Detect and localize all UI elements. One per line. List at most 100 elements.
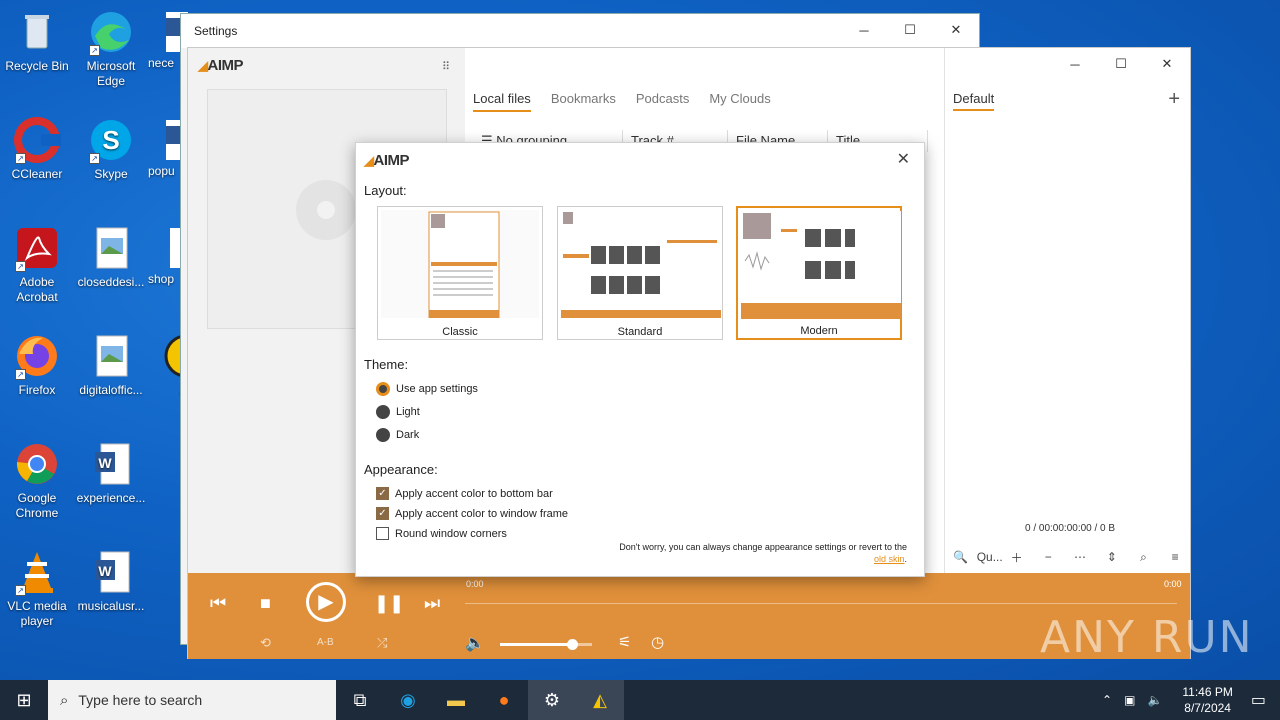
appearance-heading: Appearance: — [364, 462, 438, 477]
volume-slider[interactable] — [500, 639, 592, 650]
volume-icon[interactable]: 🔈 — [465, 633, 485, 653]
minimize-button[interactable]: ─ — [841, 14, 887, 46]
word-doc-icon[interactable]: W experience... — [74, 440, 148, 506]
theme-option-dark[interactable]: Dark — [376, 428, 419, 442]
layout-option-modern[interactable]: Modern — [736, 206, 902, 340]
image-file-icon[interactable]: digitaloffic... — [74, 332, 148, 398]
checkbox-round-corners[interactable]: Round window corners — [376, 527, 507, 540]
theme-option-light[interactable]: Light — [376, 405, 420, 419]
playlist-pane: ─ ☐ ✕ Default + 0 / 00:00:00:00 / 0 B 🔍 … — [944, 48, 1190, 573]
tab-local-files[interactable]: Local files — [473, 91, 531, 112]
close-icon[interactable]: ✕ — [897, 149, 910, 169]
tab-my-clouds[interactable]: My Clouds — [709, 91, 770, 112]
theme-heading: Theme: — [364, 357, 409, 372]
microsoft-edge-icon[interactable]: ↗ Microsoft Edge — [74, 8, 148, 89]
checkbox-accent-window-frame[interactable]: ✓ Apply accent color to window frame — [376, 507, 568, 520]
adobe-acrobat-icon[interactable]: ↗ Adobe Acrobat — [0, 224, 74, 305]
tray-chevron-icon[interactable]: ⌃ — [1102, 693, 1112, 707]
image-file-icon[interactable]: closeddesi... — [74, 224, 148, 290]
svg-text:W: W — [98, 563, 112, 579]
search-icon: ⌕ — [60, 691, 69, 709]
appearance-dialog[interactable]: ◢AIMP ✕ Layout: Classic Standard Modern … — [355, 142, 925, 577]
shuffle-icon[interactable]: ⤮ — [377, 635, 387, 651]
time-total: 0:00 — [1164, 579, 1182, 589]
checkbox-icon[interactable] — [376, 527, 389, 540]
radio-selected-icon[interactable] — [376, 382, 390, 396]
layout-option-classic[interactable]: Classic — [377, 206, 543, 340]
add-icon[interactable]: ＋ — [1001, 549, 1033, 566]
find-icon[interactable]: ⌕ — [1128, 550, 1160, 565]
recycle-bin-icon[interactable]: Recycle Bin — [0, 8, 74, 74]
layout-label: Standard — [617, 326, 663, 338]
word-doc-icon[interactable]: W musicalusr... — [74, 548, 148, 614]
checkbox-accent-bottom-bar[interactable]: ✓ Apply accent color to bottom bar — [376, 487, 553, 500]
grip-icon[interactable]: ⠿ — [442, 60, 450, 73]
search-icon[interactable]: 🔍 — [945, 550, 977, 564]
windows-start-icon[interactable]: ⊞ — [0, 680, 48, 720]
timer-icon[interactable]: ◷ — [651, 633, 664, 651]
radio-icon[interactable] — [376, 405, 390, 419]
seek-bar[interactable] — [465, 603, 1177, 604]
system-tray: ⌃ ▣ 🔈 11:46 PM 8/7/2024 ▭ — [1096, 680, 1280, 720]
more-icon[interactable]: ⋯ — [1064, 550, 1096, 564]
theme-option-app-settings[interactable]: Use app settings — [376, 382, 478, 396]
quick-search-input[interactable]: Qu... — [977, 550, 1003, 564]
menu-icon[interactable]: ≡ — [1159, 550, 1191, 564]
add-playlist-button[interactable]: + — [1168, 88, 1180, 111]
playlist-toolbar: 🔍 Qu... ＋ − ⋯ ⇕ ⌕ ≡ — [945, 543, 1191, 571]
ab-repeat-button[interactable]: A-B — [317, 637, 334, 648]
tab-podcasts[interactable]: Podcasts — [636, 91, 689, 112]
close-button[interactable]: ✕ — [933, 14, 979, 46]
old-skin-link[interactable]: old skin — [874, 554, 905, 564]
firefox-taskbar-icon[interactable]: ● — [480, 680, 528, 720]
appearance-note: Don't worry, you can always change appea… — [619, 542, 907, 564]
time-elapsed: 0:00 — [466, 579, 484, 589]
svg-text:S: S — [102, 125, 119, 155]
aimp-logo: ◢AIMP — [198, 57, 243, 74]
pause-icon[interactable]: ❚❚ — [374, 593, 404, 614]
playlist-tab-default[interactable]: Default — [953, 91, 995, 111]
minimize-button[interactable]: ─ — [1052, 48, 1098, 80]
layout-label: Modern — [800, 325, 838, 337]
equalizer-icon[interactable]: ⚟ — [618, 633, 631, 651]
close-button[interactable]: ✕ — [1144, 48, 1190, 80]
taskbar: ⊞ ⌕ Type here to search ⧉ ◉ ▬ ● ⚙ ◭ ⌃ ▣ … — [0, 680, 1280, 720]
maximize-button[interactable]: ☐ — [887, 14, 933, 46]
volume-tray-icon[interactable]: 🔈 — [1147, 693, 1162, 707]
play-icon[interactable]: ▶ — [306, 582, 346, 622]
clock[interactable]: 11:46 PM 8/7/2024 — [1182, 684, 1232, 716]
stop-icon[interactable]: ■ — [260, 593, 271, 614]
taskbar-search[interactable]: ⌕ Type here to search — [48, 680, 336, 720]
layout-heading: Layout: — [364, 183, 407, 198]
repeat-icon[interactable]: ⟲ — [260, 635, 271, 651]
notifications-icon[interactable]: ▭ — [1251, 690, 1266, 710]
ccleaner-icon[interactable]: ↗ CCleaner — [0, 116, 74, 182]
remove-icon[interactable]: − — [1032, 550, 1064, 564]
svg-text:W: W — [98, 455, 112, 471]
firefox-icon[interactable]: ↗ Firefox — [0, 332, 74, 398]
edge-taskbar-icon[interactable]: ◉ — [384, 680, 432, 720]
modern-preview — [741, 211, 901, 319]
disc-icon — [296, 180, 356, 240]
previous-icon[interactable]: ⏮ — [210, 593, 226, 614]
vlc-icon[interactable]: ↗ VLC media player — [0, 548, 74, 629]
aimp-logo: ◢AIMP — [364, 152, 409, 169]
checkmark-icon[interactable]: ✓ — [376, 487, 389, 500]
source-tabs: Local files Bookmarks Podcasts My Clouds — [473, 91, 771, 112]
maximize-button[interactable]: ☐ — [1098, 48, 1144, 80]
settings-taskbar-icon[interactable]: ⚙ — [528, 680, 576, 720]
layout-option-standard[interactable]: Standard — [557, 206, 723, 340]
checkmark-icon[interactable]: ✓ — [376, 507, 389, 520]
skype-icon[interactable]: S ↗ Skype — [74, 116, 148, 182]
file-explorer-icon[interactable]: ▬ — [432, 680, 480, 720]
google-chrome-icon[interactable]: Google Chrome — [0, 440, 74, 521]
classic-preview — [381, 210, 539, 319]
sort-icon[interactable]: ⇕ — [1096, 550, 1128, 564]
radio-icon[interactable] — [376, 428, 390, 442]
aimp-taskbar-icon[interactable]: ◭ — [576, 680, 624, 720]
next-icon[interactable]: ⏭ — [424, 593, 440, 614]
tab-bookmarks[interactable]: Bookmarks — [551, 91, 616, 112]
network-icon[interactable]: ▣ — [1124, 693, 1135, 707]
layout-label: Classic — [442, 326, 478, 338]
task-view-icon[interactable]: ⧉ — [336, 680, 384, 720]
